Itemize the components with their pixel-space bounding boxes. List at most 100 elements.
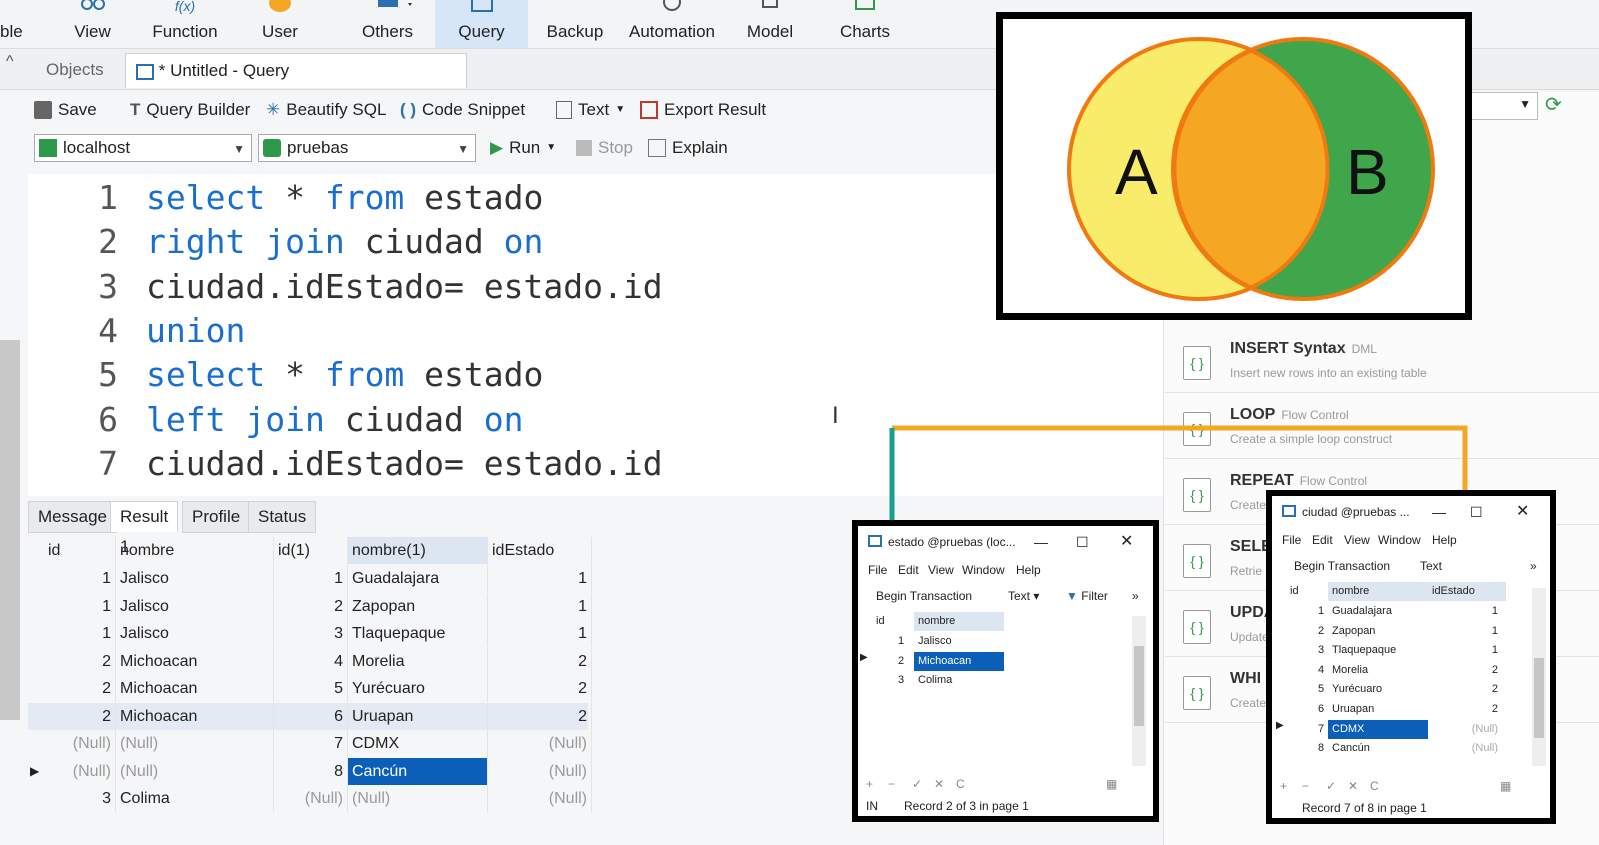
- discard-icon[interactable]: ✕: [1348, 774, 1358, 798]
- more-icon[interactable]: »: [1530, 554, 1537, 578]
- table-cell[interactable]: 3: [274, 620, 348, 647]
- ribbon-table[interactable]: ble: [0, 0, 30, 48]
- code-snippet-button[interactable]: ( ) Code Snippet: [400, 98, 525, 122]
- column-header[interactable]: idEstado: [488, 537, 592, 564]
- code-line[interactable]: 2 right join ciudad on: [28, 220, 543, 264]
- table-cell[interactable]: (Null): [488, 730, 592, 757]
- table-row[interactable]: 1 Jalisco 1 Guadalajara 1: [28, 565, 592, 592]
- table-cell[interactable]: 8: [1318, 739, 1324, 758]
- table-cell[interactable]: Guadalajara: [1328, 602, 1428, 621]
- tab-untitled-query[interactable]: * Untitled - Query: [125, 53, 467, 88]
- table-cell[interactable]: 1: [1428, 641, 1498, 660]
- table-cell[interactable]: (Null): [116, 730, 274, 757]
- table-cell[interactable]: 1: [44, 565, 116, 592]
- menu-help[interactable]: Help: [1432, 528, 1457, 552]
- table-cell[interactable]: Yurécuaro: [1328, 680, 1428, 699]
- table-cell[interactable]: 1: [488, 565, 592, 592]
- add-record-icon[interactable]: +: [1280, 774, 1287, 798]
- table-cell[interactable]: 4: [1318, 661, 1324, 680]
- tab-profile[interactable]: Profile: [182, 501, 251, 533]
- grid-view-icon[interactable]: ▦: [1500, 774, 1511, 798]
- snippet-item[interactable]: { } INSERT Syntax DML Insert new rows into …: [1165, 330, 1599, 393]
- table-cell[interactable]: 2: [1428, 700, 1498, 719]
- ribbon-user[interactable]: User: [245, 0, 315, 48]
- table-cell[interactable]: Tlaquepaque: [348, 620, 488, 647]
- tab-status[interactable]: Status: [248, 501, 317, 533]
- table-cell[interactable]: CDMX: [348, 730, 488, 757]
- table-cell[interactable]: Jalisco: [116, 565, 274, 592]
- table-cell[interactable]: 2: [44, 702, 116, 730]
- close-icon[interactable]: ✕: [1516, 496, 1529, 528]
- refresh-icon[interactable]: ⟳: [1545, 92, 1562, 117]
- table-cell[interactable]: Colima: [116, 785, 274, 812]
- table-cell[interactable]: 7: [1318, 720, 1324, 739]
- table-cell[interactable]: Michoacan: [116, 647, 274, 675]
- table-cell[interactable]: (Null): [44, 730, 116, 757]
- table-cell[interactable]: Uruapan: [348, 702, 488, 730]
- table-cell[interactable]: Tlaquepaque: [1328, 641, 1428, 660]
- column-header[interactable]: id: [44, 537, 116, 564]
- table-cell[interactable]: 6: [1318, 700, 1324, 719]
- table-cell[interactable]: 3: [1318, 641, 1324, 660]
- column-header[interactable]: id(1): [274, 537, 348, 564]
- save-button[interactable]: Save: [34, 98, 97, 122]
- table-cell[interactable]: (Null): [274, 785, 348, 812]
- ribbon-charts[interactable]: Charts: [830, 0, 900, 48]
- table-cell[interactable]: 8: [274, 757, 348, 785]
- table-cell[interactable]: 2: [1428, 680, 1498, 699]
- table-cell[interactable]: 1: [274, 565, 348, 592]
- table-cell[interactable]: Michoacan: [914, 651, 1004, 671]
- table-cell[interactable]: 2: [898, 652, 904, 671]
- column-header[interactable]: nombre(1): [348, 537, 488, 564]
- table-cell[interactable]: 1: [488, 620, 592, 647]
- table-cell[interactable]: (Null): [488, 785, 592, 812]
- text-mode-button[interactable]: Text ▼: [556, 98, 625, 122]
- table-cell[interactable]: 2: [44, 675, 116, 702]
- table-cell[interactable]: Jalisco: [116, 592, 274, 620]
- code-line[interactable]: 5 select * from estado: [28, 353, 543, 397]
- table-cell[interactable]: Uruapan: [1328, 700, 1428, 719]
- menu-view[interactable]: View: [928, 558, 954, 582]
- explain-button[interactable]: Explain: [648, 136, 728, 160]
- menu-edit[interactable]: Edit: [898, 558, 919, 582]
- table-row[interactable]: 1 Jalisco 2 Zapopan 1: [28, 592, 592, 620]
- table-cell[interactable]: Colima: [914, 671, 1004, 690]
- refresh-icon[interactable]: C: [956, 772, 965, 796]
- table-cell[interactable]: CDMX: [1328, 719, 1428, 739]
- column-header[interactable]: nombre: [914, 612, 1004, 631]
- menu-window[interactable]: Window: [1378, 528, 1421, 552]
- menu-window[interactable]: Window: [962, 558, 1005, 582]
- table-row[interactable]: (Null) (Null) 7 CDMX (Null): [28, 730, 592, 757]
- table-cell[interactable]: 1: [44, 592, 116, 620]
- maximize-icon[interactable]: ☐: [1470, 496, 1483, 528]
- column-header[interactable]: idEstado: [1428, 582, 1506, 601]
- menu-file[interactable]: File: [1282, 528, 1301, 552]
- column-header[interactable]: nombre: [116, 537, 274, 564]
- table-cell[interactable]: 2: [488, 702, 592, 730]
- ribbon-view[interactable]: View: [55, 0, 130, 48]
- ribbon-automation[interactable]: Automation: [622, 0, 722, 48]
- scrollbar[interactable]: [1132, 616, 1146, 766]
- table-cell[interactable]: Morelia: [348, 647, 488, 675]
- left-scrollbar[interactable]: [0, 340, 20, 720]
- table-cell[interactable]: 1: [898, 632, 904, 651]
- table-cell[interactable]: 3: [898, 671, 904, 690]
- tab-message[interactable]: Message: [28, 501, 117, 533]
- table-cell[interactable]: 2: [44, 647, 116, 675]
- table-cell[interactable]: Zapopan: [348, 592, 488, 620]
- code-line[interactable]: 4 union: [28, 309, 245, 353]
- table-cell[interactable]: 2: [274, 592, 348, 620]
- table-cell[interactable]: 2: [488, 675, 592, 702]
- table-cell[interactable]: 1: [488, 592, 592, 620]
- table-cell[interactable]: (Null): [348, 785, 488, 812]
- menu-file[interactable]: File: [868, 558, 887, 582]
- table-cell[interactable]: Yurécuaro: [348, 675, 488, 702]
- scrollbar[interactable]: [1532, 588, 1546, 766]
- table-cell[interactable]: 6: [274, 702, 348, 730]
- table-row[interactable]: 1 Jalisco 3 Tlaquepaque 1: [28, 620, 592, 647]
- collapse-icon[interactable]: ^: [6, 53, 14, 71]
- table-row[interactable]: ▶ (Null) (Null) 8 Cancún (Null): [28, 757, 592, 785]
- table-row[interactable]: 3 Colima (Null) (Null) (Null): [28, 785, 592, 812]
- table-cell[interactable]: Zapopan: [1328, 622, 1428, 641]
- table-row[interactable]: 2 Michoacan 5 Yurécuaro 2: [28, 675, 592, 702]
